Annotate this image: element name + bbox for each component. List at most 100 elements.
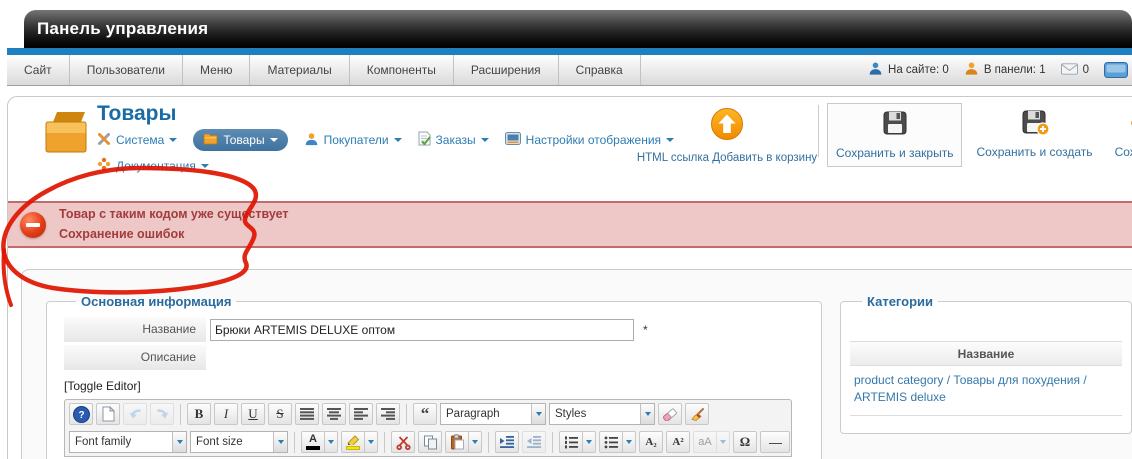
status-on-site: На сайте: 0 <box>868 61 949 79</box>
main-container: Товары Система Товары Покупатели Заказы … <box>7 96 1132 459</box>
styles-select[interactable]: Styles <box>549 403 655 425</box>
chevron-down-icon <box>273 432 287 452</box>
chevron-down-icon[interactable] <box>623 431 636 453</box>
category-path-link[interactable]: product category / Товары для похудения … <box>850 366 1122 415</box>
menu-components[interactable]: Компоненты <box>350 55 454 85</box>
toolbar-separator <box>384 431 385 453</box>
menu-extensions[interactable]: Расширения <box>454 55 559 85</box>
highlight-color-button[interactable] <box>341 431 365 453</box>
toolbar-divider <box>818 105 819 157</box>
product-name-input[interactable] <box>210 318 634 341</box>
align-right-icon[interactable] <box>376 403 400 425</box>
chevron-down-icon <box>200 163 209 168</box>
wrench-icon <box>97 132 111 149</box>
statusbar: На сайте: 0 В панели: 1 0 <box>868 55 1132 85</box>
undo-icon[interactable] <box>123 403 147 425</box>
menu-site[interactable]: Сайт <box>7 55 70 85</box>
copy-icon[interactable] <box>418 431 442 453</box>
redo-icon[interactable] <box>150 403 174 425</box>
rich-text-editor-toolbar: ? B I U S “ Paragraph Styles Font family… <box>64 399 792 457</box>
up-arrow-icon <box>711 108 743 140</box>
menu-shoppers[interactable]: Покупатели <box>304 132 402 149</box>
title-block: Товары Система Товары Покупатели Заказы … <box>97 102 675 174</box>
chevron-down-icon[interactable] <box>365 431 378 453</box>
toolbar-separator <box>552 431 553 453</box>
help-icon[interactable]: ? <box>69 403 93 425</box>
cut-scissors-icon[interactable] <box>391 431 415 453</box>
special-char-button[interactable]: Ω <box>733 431 757 453</box>
mail-icon <box>1060 62 1078 78</box>
chevron-down-icon[interactable] <box>325 431 338 453</box>
menu-users[interactable]: Пользователи <box>70 55 184 85</box>
strikethrough-button[interactable]: S <box>268 403 292 425</box>
horizontal-rule-button[interactable]: — <box>760 431 790 453</box>
window-title: Панель управления <box>37 19 209 38</box>
page-title: Товары <box>97 102 177 125</box>
categories-legend: Категории <box>867 294 934 309</box>
outdent-icon[interactable] <box>522 431 546 453</box>
text-color-button[interactable]: A <box>301 431 325 453</box>
component-menu-row2: Документация <box>97 157 674 174</box>
chevron-down-icon <box>269 138 278 142</box>
save-and-new-button[interactable]: Сохранить и создать <box>968 103 1100 165</box>
user-icon <box>304 132 319 149</box>
menu-content[interactable]: Материалы <box>250 55 350 85</box>
chevron-down-icon[interactable] <box>717 431 730 453</box>
toolbar-separator <box>180 403 181 425</box>
case-change-split-button: aA <box>693 431 730 453</box>
floppy-plus-icon <box>1022 110 1050 136</box>
toggle-editor-link[interactable]: [Toggle Editor] <box>64 379 809 393</box>
menu-help[interactable]: Справка <box>559 55 641 85</box>
menu-orders[interactable]: Заказы <box>418 131 489 149</box>
order-document-icon <box>418 131 431 149</box>
numbered-list-split-button <box>559 431 596 453</box>
paragraph-format-select[interactable]: Paragraph <box>440 403 546 425</box>
menu-products-active[interactable]: Товары <box>193 129 288 151</box>
eraser-icon[interactable] <box>658 403 682 425</box>
superscript-button[interactable]: A² <box>666 431 690 453</box>
bullet-list-icon[interactable] <box>599 431 623 453</box>
menu-documentation[interactable]: Документация <box>97 157 209 174</box>
font-size-select[interactable]: Font size <box>190 431 288 453</box>
chevron-down-icon[interactable] <box>583 431 596 453</box>
subscript-button[interactable]: A₂ <box>639 431 663 453</box>
view-site-icon[interactable] <box>1104 62 1128 78</box>
save-and-close-button[interactable]: Сохранить и закрыть <box>827 103 963 167</box>
categories-column-header: Название <box>850 342 1122 366</box>
chevron-down-icon[interactable] <box>469 431 482 453</box>
menu-system[interactable]: Система <box>97 132 178 149</box>
chevron-down-icon <box>169 138 178 142</box>
view-header: Товары Система Товары Покупатели Заказы … <box>8 97 1132 201</box>
highlight-color-swatch <box>346 445 360 450</box>
admin-page: Панель управления Сайт Пользователи Меню… <box>0 0 1132 459</box>
paste-clipboard-icon[interactable] <box>445 431 469 453</box>
cleanup-broom-icon[interactable] <box>685 403 709 425</box>
font-family-select[interactable]: Font family <box>69 431 187 453</box>
field-row-description: Описание <box>64 345 809 370</box>
indent-icon[interactable] <box>495 431 519 453</box>
error-minus-icon <box>20 211 46 238</box>
save-buttons: Сохранить и закрыть Сохранить и создать <box>827 103 1132 167</box>
numbered-list-icon[interactable] <box>559 431 583 453</box>
bold-button[interactable]: B <box>187 403 211 425</box>
blockquote-button[interactable]: “ <box>413 403 437 425</box>
chevron-down-icon <box>640 404 654 424</box>
align-left-icon[interactable] <box>349 403 373 425</box>
align-justify-icon[interactable] <box>295 403 319 425</box>
html-link-add-to-cart-button[interactable]: HTML ссылка Добавить в корзину <box>634 107 820 164</box>
underline-button[interactable]: U <box>241 403 265 425</box>
new-document-icon[interactable] <box>96 403 120 425</box>
italic-button[interactable]: I <box>214 403 238 425</box>
folder-icon <box>203 132 218 148</box>
text-color-split-button: A <box>301 431 338 453</box>
status-messages[interactable]: 0 <box>1060 62 1089 78</box>
menu-menus[interactable]: Меню <box>183 55 251 85</box>
user-blue-icon <box>868 61 883 79</box>
case-change-button[interactable]: aA <box>693 431 717 453</box>
align-center-icon[interactable] <box>322 403 346 425</box>
save-button[interactable]: Сохранить <box>1107 103 1132 165</box>
chevron-down-icon <box>531 404 545 424</box>
editor-toolbar-row2: Font family Font size A A₂ A² aA Ω — <box>65 428 791 456</box>
chevron-down-icon <box>172 432 186 452</box>
paste-split-button <box>445 431 482 453</box>
